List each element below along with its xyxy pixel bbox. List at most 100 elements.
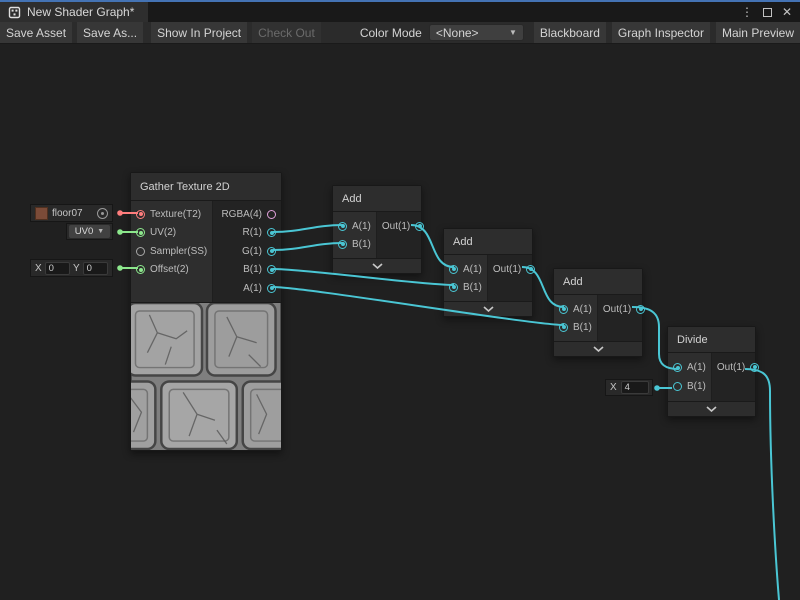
node-add-2[interactable]: Add A(1) B(1) Out(1)	[443, 228, 533, 317]
wire-endpoint-dot	[117, 265, 123, 271]
port-label: Sampler(SS)	[150, 246, 207, 257]
node-title: Gather Texture 2D	[131, 173, 281, 201]
node-gather-texture-2d[interactable]: Gather Texture 2D Texture(T2) UV(2) Samp…	[130, 172, 282, 451]
color-mode-value: <None>	[436, 26, 479, 40]
port-a-output[interactable]	[267, 284, 276, 293]
port-out-output[interactable]	[526, 265, 535, 274]
port-b-input[interactable]	[338, 240, 347, 249]
offset-vector2-widget: X 0 Y 0	[30, 259, 113, 277]
maximize-icon[interactable]	[763, 8, 772, 17]
port-label: Out(1)	[382, 221, 410, 232]
port-label: UV(2)	[150, 227, 176, 238]
uv-channel-value: UV0	[75, 226, 93, 237]
chevron-down-icon	[593, 346, 604, 352]
offset-x-field[interactable]: 0	[45, 262, 70, 275]
show-in-project-button[interactable]: Show In Project	[151, 22, 247, 43]
graph-inspector-button[interactable]: Graph Inspector	[612, 22, 710, 43]
port-rgba-output[interactable]	[267, 210, 276, 219]
window-controls: ⋮ ✕	[741, 2, 800, 22]
texture-swatch	[35, 207, 48, 220]
chevron-down-icon: ▼	[509, 28, 517, 37]
port-b-input[interactable]	[673, 382, 682, 391]
port-a-input[interactable]	[673, 363, 682, 372]
save-asset-button[interactable]: Save Asset	[0, 22, 72, 43]
object-picker-icon[interactable]	[97, 208, 108, 219]
port-offset-input[interactable]	[136, 265, 145, 274]
node-add-1[interactable]: Add A(1) B(1) Out(1)	[332, 185, 422, 274]
wire-endpoint-dot	[654, 385, 660, 391]
wire-endpoint-dot	[117, 210, 123, 216]
port-label: A(1)	[573, 304, 592, 315]
port-label: R(1)	[243, 227, 262, 238]
port-g-output[interactable]	[267, 247, 276, 256]
chevron-down-icon: ▼	[97, 228, 104, 235]
titlebar: New Shader Graph* ⋮ ✕	[0, 2, 800, 22]
port-label: B(1)	[243, 264, 262, 275]
port-out-output[interactable]	[636, 305, 645, 314]
save-as-button[interactable]: Save As...	[77, 22, 143, 43]
port-b-input[interactable]	[449, 283, 458, 292]
node-add-3[interactable]: Add A(1) B(1) Out(1)	[553, 268, 643, 357]
offset-y-field[interactable]: 0	[83, 262, 108, 275]
port-label: Out(1)	[717, 362, 745, 373]
uv-channel-widget: UV0 ▼	[66, 223, 113, 240]
port-texture-input[interactable]	[136, 210, 145, 219]
port-label: A(1)	[243, 283, 262, 294]
port-out-output[interactable]	[415, 222, 424, 231]
chevron-down-icon	[706, 406, 717, 412]
port-label: G(1)	[242, 246, 262, 257]
main-preview-button[interactable]: Main Preview	[716, 22, 800, 43]
tab-title: New Shader Graph*	[27, 5, 134, 19]
graph-canvas[interactable]: floor07 UV0 ▼ X 0 Y 0 X 4 Gather Texture…	[0, 44, 800, 600]
node-title: Add	[444, 229, 532, 255]
node-texture-preview	[131, 302, 281, 450]
port-label: B(1)	[573, 322, 592, 333]
shader-graph-icon	[8, 6, 21, 19]
port-a-input[interactable]	[338, 222, 347, 231]
toolbar: Save Asset Save As... Show In Project Ch…	[0, 22, 800, 44]
divide-b-label: X	[610, 382, 617, 393]
color-mode-dropdown[interactable]: <None> ▼	[429, 24, 524, 41]
port-out-output[interactable]	[750, 363, 759, 372]
port-r-output[interactable]	[267, 228, 276, 237]
port-sampler-input[interactable]	[136, 247, 145, 256]
port-a-input[interactable]	[449, 265, 458, 274]
check-out-button: Check Out	[252, 22, 321, 43]
close-icon[interactable]: ✕	[782, 5, 792, 19]
preview-expander[interactable]	[554, 341, 642, 356]
port-label: B(1)	[352, 239, 371, 250]
kebab-menu-icon[interactable]: ⋮	[741, 5, 753, 19]
port-label: Out(1)	[603, 304, 631, 315]
preview-expander[interactable]	[668, 401, 755, 416]
preview-expander[interactable]	[444, 301, 532, 316]
port-label: A(1)	[463, 264, 482, 275]
port-label: A(1)	[687, 362, 706, 373]
blackboard-button[interactable]: Blackboard	[534, 22, 606, 43]
divide-b-inline-widget: X 4	[605, 379, 653, 396]
chevron-down-icon	[372, 263, 383, 269]
port-b-output[interactable]	[267, 265, 276, 274]
preview-expander[interactable]	[333, 258, 421, 273]
port-label: B(1)	[463, 282, 482, 293]
color-mode-label: Color Mode	[358, 22, 424, 43]
wire-endpoint-dot	[117, 229, 123, 235]
port-label: Out(1)	[493, 264, 521, 275]
port-b-input[interactable]	[559, 323, 568, 332]
node-title: Add	[333, 186, 421, 212]
chevron-down-icon	[483, 306, 494, 312]
texture-asset-field[interactable]: floor07	[30, 204, 113, 222]
texture-asset-name: floor07	[52, 208, 83, 219]
port-label: Offset(2)	[150, 264, 189, 275]
node-divide[interactable]: Divide A(1) B(1) Out(1)	[667, 326, 756, 417]
port-uv-input[interactable]	[136, 228, 145, 237]
uv-channel-dropdown[interactable]: UV0 ▼	[69, 225, 110, 238]
node-title: Divide	[668, 327, 755, 353]
offset-x-label: X	[35, 263, 42, 274]
port-label: B(1)	[687, 381, 706, 392]
tab-new-shader-graph[interactable]: New Shader Graph*	[0, 2, 148, 22]
port-label: Texture(T2)	[150, 209, 201, 220]
port-a-input[interactable]	[559, 305, 568, 314]
port-label: RGBA(4)	[221, 209, 262, 220]
offset-y-label: Y	[73, 263, 80, 274]
divide-b-field[interactable]: 4	[621, 381, 649, 394]
